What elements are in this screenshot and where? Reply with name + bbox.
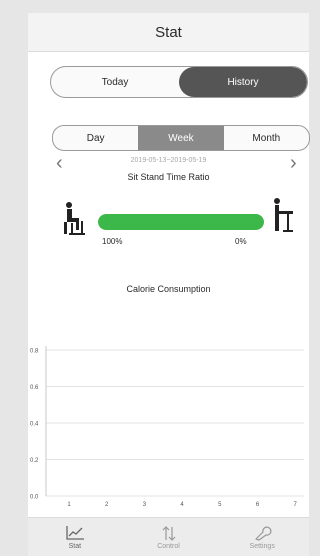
- next-period-button[interactable]: ›: [290, 153, 297, 173]
- x-tick-label: 7: [294, 502, 298, 508]
- stand-percentage: 0%: [235, 237, 247, 246]
- page-title: Stat: [155, 23, 182, 41]
- calorie-title: Calorie Consumption: [126, 284, 211, 294]
- stat-screen: Stat Today History Day Week Month ‹ 2019…: [28, 13, 310, 556]
- x-tick-label: 2: [105, 502, 109, 508]
- nav-tab-settings[interactable]: Settings: [215, 518, 309, 556]
- tab-history[interactable]: History: [179, 67, 307, 97]
- x-tick-label: 4: [180, 502, 184, 508]
- tab-month[interactable]: Month: [224, 126, 309, 150]
- y-tick-label: 0.0: [30, 495, 39, 501]
- nav-tab-control[interactable]: Control: [122, 518, 216, 556]
- y-tick-label: 0.8: [30, 349, 39, 355]
- x-tick-label: 3: [143, 502, 147, 508]
- sit-stand-ratio-bar: [98, 214, 264, 230]
- sit-ratio-fill: [98, 214, 264, 230]
- sit-percentage: 100%: [102, 237, 123, 246]
- y-tick-label: 0.4: [30, 422, 39, 428]
- ratio-title: Sit Stand Time Ratio: [127, 172, 210, 182]
- x-tick-label: 1: [67, 502, 71, 508]
- period-toggle: Day Week Month: [52, 125, 310, 151]
- wrench-icon: [255, 526, 272, 541]
- nav-label-settings: Settings: [249, 542, 275, 550]
- tab-week[interactable]: Week: [138, 126, 224, 150]
- view-toggle: Today History: [50, 66, 308, 98]
- sitting-person-icon: [64, 202, 85, 235]
- chart-line-icon: [66, 525, 84, 540]
- y-tick-label: 0.2: [30, 458, 39, 464]
- nav-tab-stat[interactable]: Stat: [28, 518, 122, 556]
- standing-person-icon: [274, 198, 293, 232]
- up-down-arrows-icon: [162, 525, 175, 541]
- tab-day[interactable]: Day: [53, 126, 138, 150]
- nav-label-control: Control: [157, 542, 180, 550]
- x-tick-label: 5: [218, 502, 222, 508]
- y-tick-label: 0.6: [30, 385, 39, 391]
- date-range: 2019-05-13~2019-05-19: [130, 157, 207, 164]
- tab-today[interactable]: Today: [51, 67, 179, 97]
- x-tick-label: 6: [256, 502, 260, 508]
- bottom-nav: Stat Control Settings: [28, 517, 309, 556]
- header: Stat: [28, 13, 309, 52]
- calorie-chart: 0.8 0.6 0.4 0.2 0.0 1 2 3 4 5 6 7: [30, 346, 304, 508]
- nav-label-stat: Stat: [68, 542, 82, 550]
